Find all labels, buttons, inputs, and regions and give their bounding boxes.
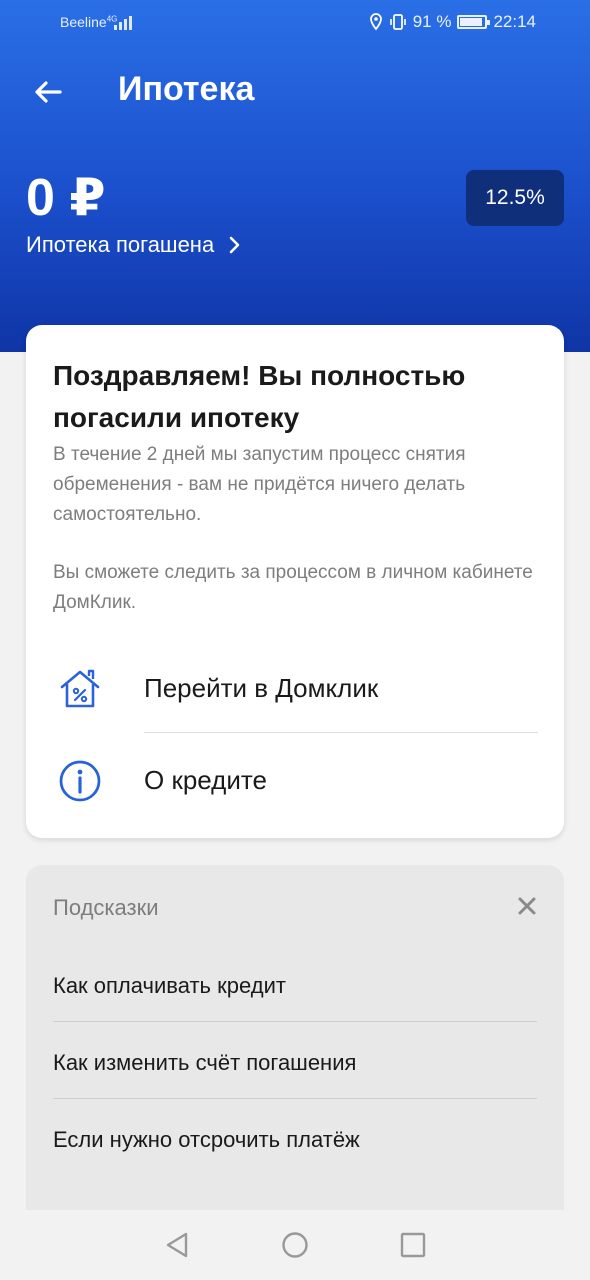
interest-rate-badge: 12.5% <box>466 170 564 226</box>
card-description: В течение 2 дней мы запустим процесс сня… <box>53 444 466 525</box>
house-percent-icon <box>60 669 100 708</box>
vibrate-icon <box>389 14 406 30</box>
signal-icon <box>114 14 138 30</box>
nav-recents-icon[interactable] <box>398 1230 428 1260</box>
about-credit-link[interactable]: О кредите <box>26 741 564 821</box>
balance-amount: 0 ₽ <box>26 169 106 227</box>
carrier: Beeline4G <box>60 14 117 30</box>
clock: 22:14 <box>493 12 536 31</box>
domclick-link[interactable]: Перейти в Домклик <box>26 649 564 729</box>
system-nav-bar <box>0 1210 590 1280</box>
page-title: Ипотека <box>118 70 255 108</box>
carrier-name: Beeline <box>60 14 107 30</box>
card-note: Вы сможете следить за процессом в личном… <box>53 562 533 613</box>
chevron-right-icon <box>229 236 240 254</box>
nav-home-icon[interactable] <box>280 1230 310 1260</box>
mortgage-status-link[interactable]: Ипотека погашена <box>26 232 240 258</box>
card-title: Поздравляем! Вы полностью погасили ипоте… <box>53 360 466 433</box>
domclick-link-label: Перейти в Домклик <box>144 673 379 703</box>
info-icon <box>59 760 101 802</box>
mortgage-status-label: Ипотека погашена <box>26 232 215 257</box>
divider <box>144 732 538 733</box>
hint-item-defer-payment[interactable]: Если нужно отсрочить платёж <box>53 1019 537 1152</box>
location-icon <box>369 13 382 31</box>
back-arrow-icon[interactable] <box>28 72 68 112</box>
divider <box>53 1098 537 1099</box>
payoff-card: Поздравляем! Вы полностью погасили ипоте… <box>26 325 564 838</box>
status-bar: Beeline4G 91 % 22:14 <box>0 0 590 46</box>
header: Beeline4G 91 % 22:14 Ипотека 0 ₽ Ипотека… <box>0 0 590 352</box>
battery-icon <box>457 15 491 29</box>
hint-item-label: Если нужно отсрочить платёж <box>53 1127 360 1152</box>
hint-item-change-account[interactable]: Как изменить счёт погашения <box>53 942 537 1075</box>
hints-panel: Подсказки Как оплачивать кредит Как изме… <box>26 865 564 1225</box>
nav-back-icon[interactable] <box>162 1230 192 1260</box>
hint-item-payment[interactable]: Как оплачивать кредит <box>53 865 537 998</box>
battery-percent: 91 % <box>412 12 452 31</box>
about-credit-label: О кредите <box>144 765 267 795</box>
status-indicators: 91 % 22:14 <box>369 12 536 32</box>
